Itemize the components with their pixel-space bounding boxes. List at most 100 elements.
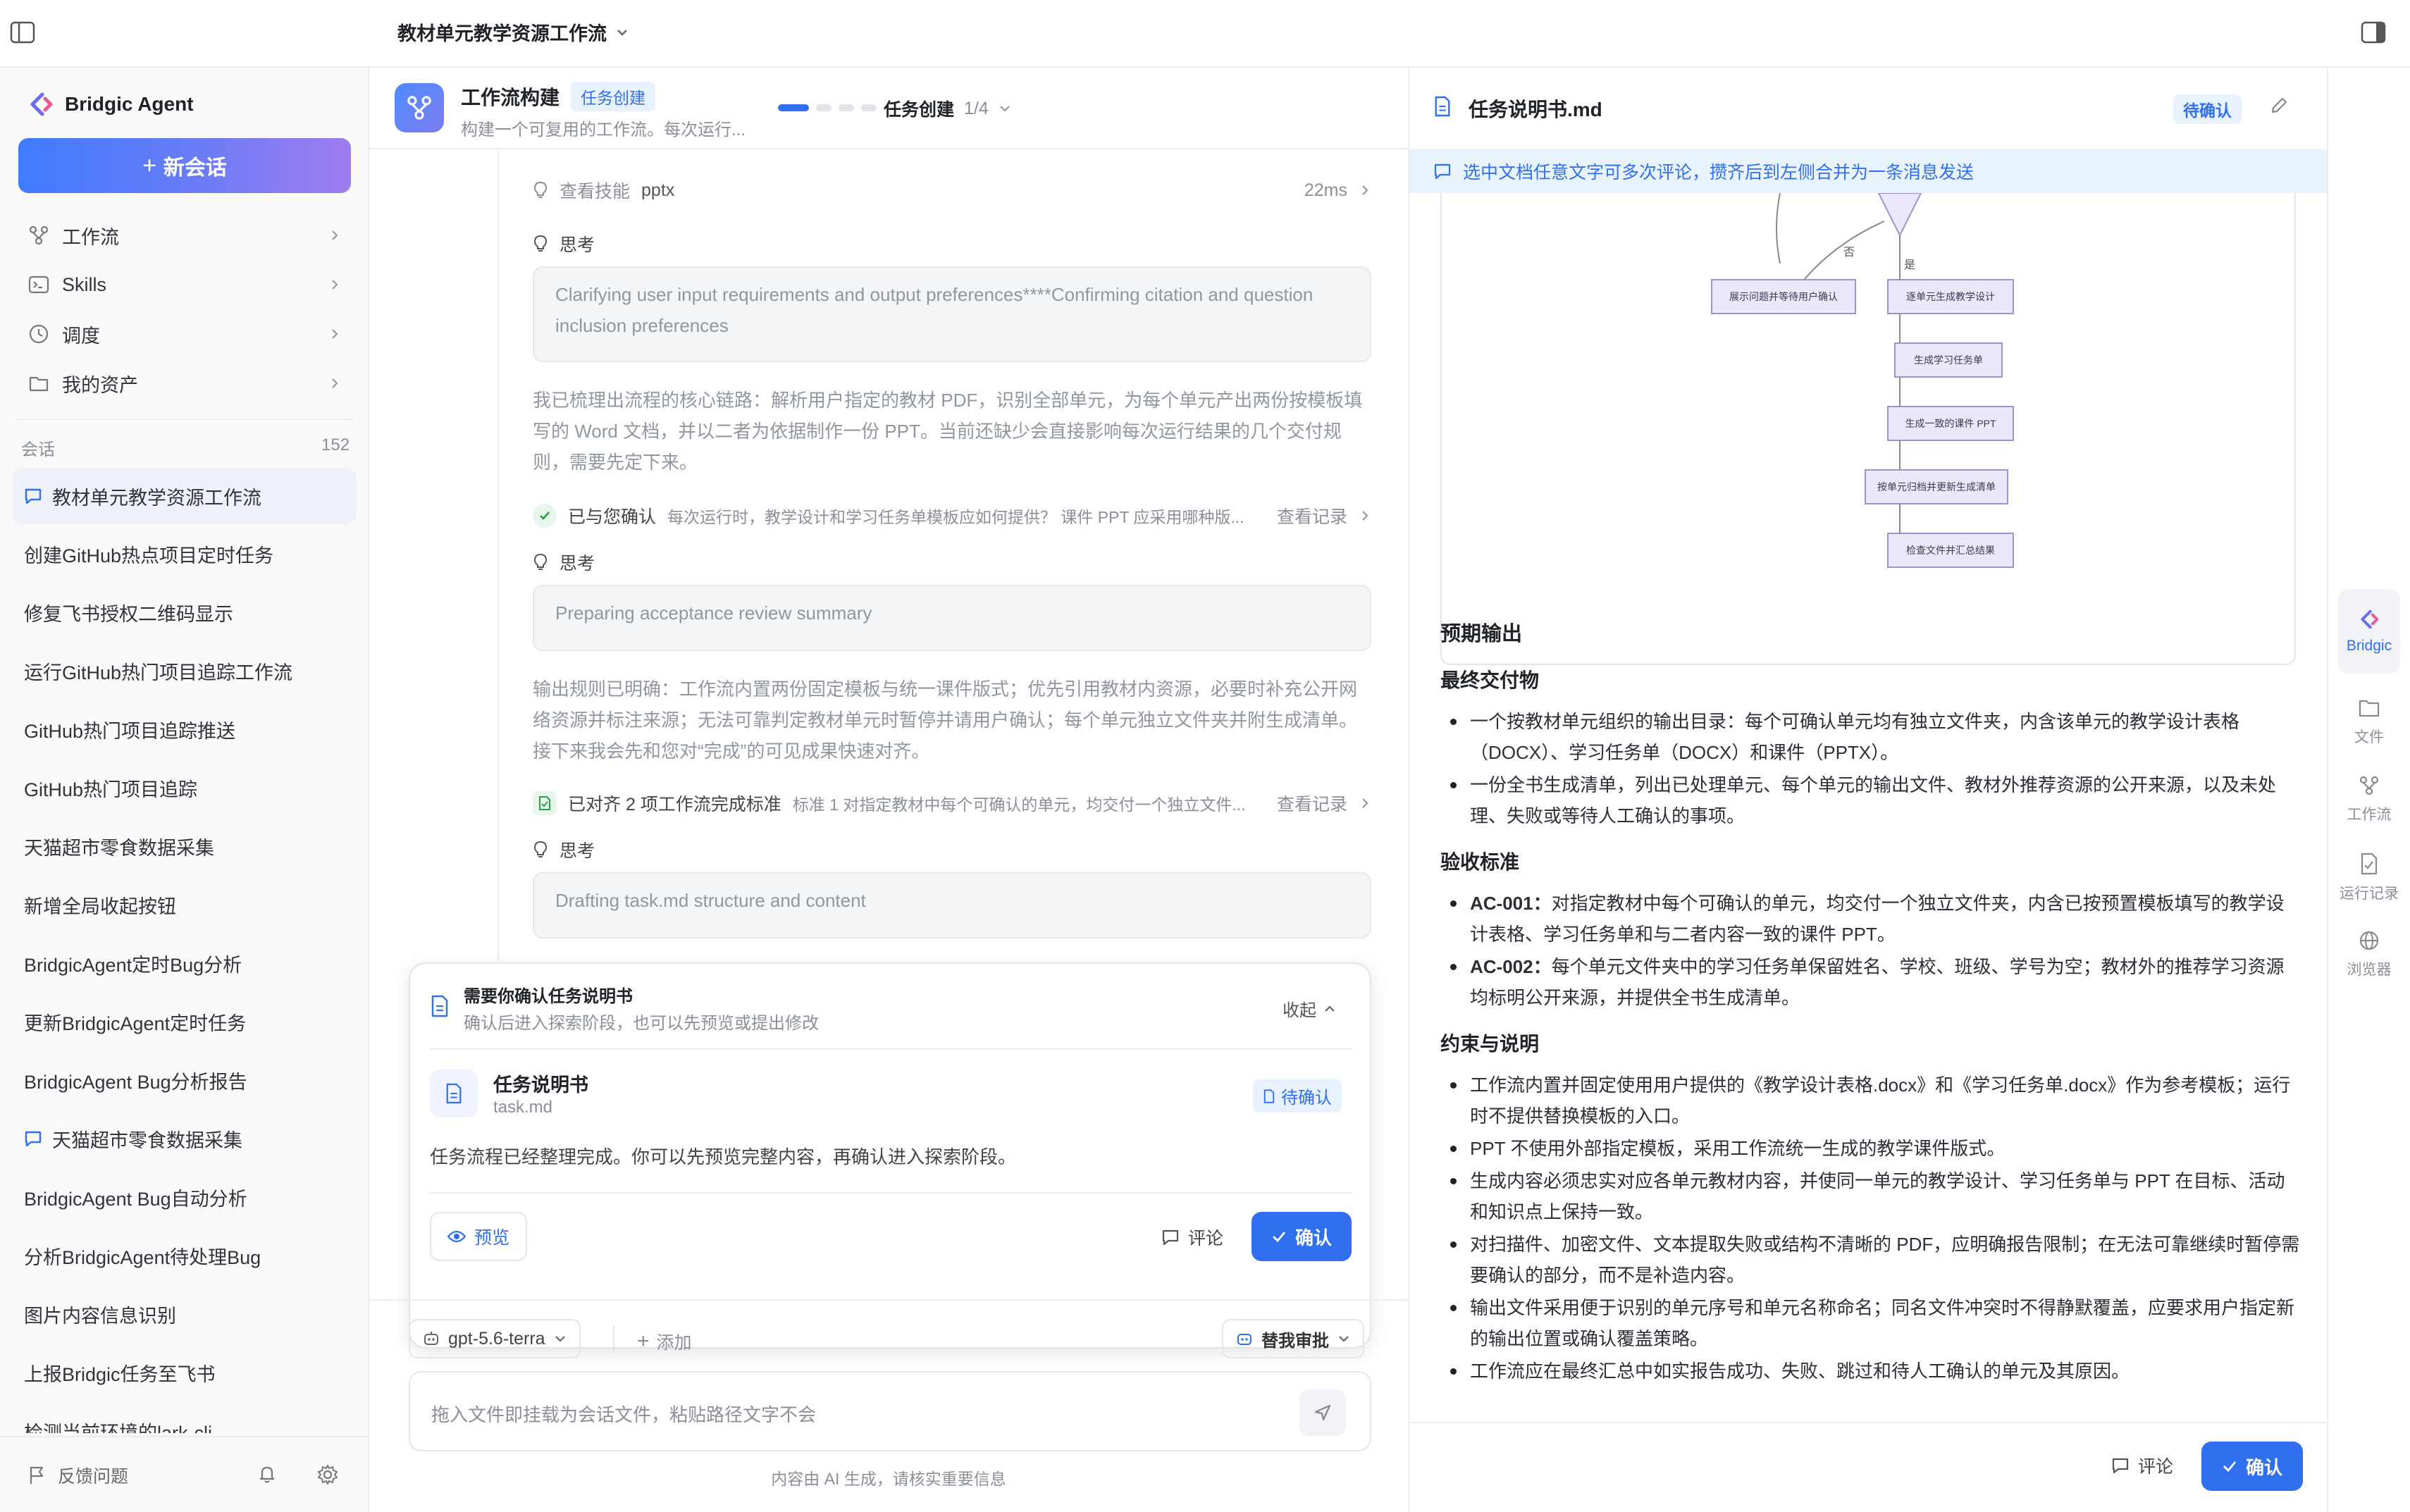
list-item[interactable]: GitHub热门项目追踪推送 <box>13 701 357 757</box>
chevron-down-icon <box>999 102 1011 115</box>
right-panel-toggle-icon[interactable] <box>2361 21 2386 44</box>
rail-item-bridgic[interactable]: Bridgic <box>2338 589 2400 674</box>
divider <box>613 1326 614 1353</box>
step-selector[interactable]: 任务创建 1/4 <box>884 96 1011 121</box>
new-chat-label: 新会话 <box>163 156 227 180</box>
rail-item-browser[interactable]: 浏览器 <box>2328 930 2410 979</box>
list-item[interactable]: GitHub热门项目追踪 <box>13 760 357 816</box>
model-selector[interactable]: gpt-5.6-terra <box>409 1319 581 1358</box>
list-item[interactable]: 上报Bridgic任务至飞书 <box>13 1344 357 1401</box>
think-row: 思考 <box>533 550 595 575</box>
preview-button[interactable]: 预览 <box>430 1212 527 1261</box>
check-icon <box>2222 1459 2237 1473</box>
card-subtitle: 确认后进入探索阶段，也可以先预览或提出修改 <box>464 1014 819 1033</box>
view-record-link[interactable]: 查看记录 <box>1277 791 1347 816</box>
list-item-label: 修复飞书授权二维码显示 <box>24 603 233 625</box>
list-item[interactable]: 修复飞书授权二维码显示 <box>13 584 357 640</box>
new-chat-button[interactable]: + 新会话 <box>18 138 351 193</box>
file-icon <box>2358 698 2380 719</box>
auto-approve-toggle[interactable]: 替我审批 <box>1222 1319 1364 1358</box>
progress-step <box>778 104 809 111</box>
sidebar-item-label: 调度 <box>62 325 100 347</box>
aligned-desc: 标准 1 对指定教材中每个可确认的单元，均交付一个独立文件... <box>792 795 1246 814</box>
sidebar-item-schedule[interactable]: 调度 <box>18 311 351 357</box>
list-item: 对扫描件、加密文件、文本提取失败或结构不清晰的 PDF，应明确报告限制；在无法可… <box>1440 1229 2300 1291</box>
rail-item-run-log[interactable]: 运行记录 <box>2328 853 2410 903</box>
list-item[interactable]: BridgicAgent Bug分析报告 <box>13 1052 357 1108</box>
lightbulb-icon <box>533 841 548 859</box>
think-label: 思考 <box>560 235 595 255</box>
chevron-right-icon <box>328 328 341 340</box>
flow-node: 生成一致的课件 PPT <box>1887 406 2014 441</box>
confirm-button[interactable]: 确认 <box>2201 1442 2303 1491</box>
send-button[interactable] <box>1299 1389 1346 1436</box>
list-item[interactable]: 创建GitHub热点项目定时任务 <box>13 526 357 582</box>
sessions-count: 152 <box>321 435 350 454</box>
message-input[interactable]: 拖入文件即挂载为会话文件，粘贴路径文字不会 <box>409 1371 1371 1451</box>
rail-item-label: 运行记录 <box>2340 886 2399 902</box>
sidebar-toggle-icon[interactable] <box>10 21 35 44</box>
ac-text: 每个单元文件夹中的学习任务单保留姓名、学校、班级、学号为空；教材外的推荐学习资源… <box>1470 956 2285 1008</box>
flag-icon <box>28 1465 47 1485</box>
comment-icon <box>1161 1229 1180 1246</box>
comment-label: 评论 <box>2138 1457 2174 1477</box>
sidebar-item-skills[interactable]: Skills <box>18 262 351 307</box>
edit-pencil-icon[interactable] <box>2269 96 2289 116</box>
think-content: Clarifying user input requirements and o… <box>533 266 1371 362</box>
list-item[interactable]: 新增全局收起按钮 <box>13 876 357 933</box>
flow-edge-label: 否 <box>1843 247 1855 259</box>
globe-icon <box>2359 930 2380 951</box>
think-row: 思考 <box>533 231 595 256</box>
confirmed-desc: 每次运行时，教学设计和学习任务单模板应如何提供？ 课件 PPT 应采用哪种版..… <box>667 508 1244 526</box>
list-item[interactable]: 教材单元教学资源工作流 <box>13 468 357 524</box>
view-record-link[interactable]: 查看记录 <box>1277 503 1347 528</box>
list-item: 一个按教材单元组织的输出目录：每个可确认单元均有独立文件夹，内含该单元的教学设计… <box>1440 706 2300 768</box>
list-item[interactable]: 检测当前环境的lark-cli <box>13 1403 357 1434</box>
chat-header: 工作流构建 任务创建 构建一个可复用的工作流。每次运行... 任务创建 1/4 <box>369 68 1408 149</box>
sidebar-item-assets[interactable]: 我的资产 <box>18 361 351 406</box>
list-item[interactable]: 图片内容信息识别 <box>13 1286 357 1342</box>
rail-item-workflow[interactable]: 工作流 <box>2328 775 2410 824</box>
bell-icon[interactable] <box>258 1464 276 1484</box>
confirm-button[interactable]: 确认 <box>1252 1212 1352 1261</box>
feedback-button[interactable]: 反馈问题 <box>28 1463 128 1488</box>
list-item-label: 更新BridgicAgent定时任务 <box>24 1012 247 1034</box>
flow-node: 逐单元生成教学设计 <box>1887 279 2014 314</box>
plus-icon: + <box>142 151 156 179</box>
aligned-row[interactable]: 已对齐 2 项工作流完成标准 标准 1 对指定教材中每个可确认的单元，均交付一个… <box>533 791 1371 816</box>
chat-subtitle: 构建一个可复用的工作流。每次运行... <box>461 120 746 140</box>
add-button[interactable]: + 添加 <box>637 1329 692 1354</box>
confirmed-row[interactable]: 已与您确认 每次运行时，教学设计和学习任务单模板应如何提供？ 课件 PPT 应采… <box>533 503 1371 528</box>
comment-button[interactable]: 评论 <box>1161 1225 1223 1250</box>
list-item[interactable]: 更新BridgicAgent定时任务 <box>13 993 357 1050</box>
settings-gear-icon[interactable] <box>317 1464 338 1485</box>
lightbulb-icon <box>533 553 548 571</box>
list-item[interactable]: BridgicAgent Bug自动分析 <box>13 1169 357 1225</box>
confirm-label: 确认 <box>2245 1456 2282 1478</box>
think-content: Preparing acceptance review summary <box>533 585 1371 651</box>
chevron-down-icon <box>1337 1332 1350 1345</box>
comment-button[interactable]: 评论 <box>2111 1453 2173 1478</box>
flowchart-edges <box>1776 193 1922 533</box>
list-item[interactable]: BridgicAgent定时Bug分析 <box>13 935 357 991</box>
window-title[interactable]: 教材单元教学资源工作流 <box>397 18 629 46</box>
check-icon <box>1271 1229 1287 1244</box>
rail-item-files[interactable]: 文件 <box>2328 698 2410 747</box>
document-check-icon <box>533 791 557 815</box>
rail-item-label: 工作流 <box>2347 807 2392 823</box>
chevron-right-icon <box>328 278 341 291</box>
list-item[interactable]: 天猫超市零食数据采集 <box>13 818 357 874</box>
model-label: gpt-5.6-terra <box>448 1328 545 1349</box>
sidebar-item-workflow[interactable]: 工作流 <box>18 213 351 258</box>
list-item[interactable]: 分析BridgicAgent待处理Bug <box>13 1227 357 1284</box>
flow-node: 展示问题并等待用户确认 <box>1711 279 1856 314</box>
confirm-card: 需要你确认任务说明书 确认后进入探索阶段，也可以先预览或提出修改 收起 任务说明… <box>409 962 1371 1349</box>
document-icon <box>1433 96 1452 117</box>
confirmed-label: 已与您确认 <box>568 507 657 527</box>
pending-badge: 待确认 <box>1253 1079 1342 1113</box>
list-item[interactable]: 运行GitHub热门项目追踪工作流 <box>13 643 357 699</box>
skill-row[interactable]: 查看技能 pptx 22ms <box>533 178 1371 203</box>
list-item[interactable]: 天猫超市零食数据采集 <box>13 1110 357 1167</box>
collapse-button[interactable]: 收起 <box>1283 996 1336 1021</box>
list-item-label: 分析BridgicAgent待处理Bug <box>24 1246 261 1268</box>
